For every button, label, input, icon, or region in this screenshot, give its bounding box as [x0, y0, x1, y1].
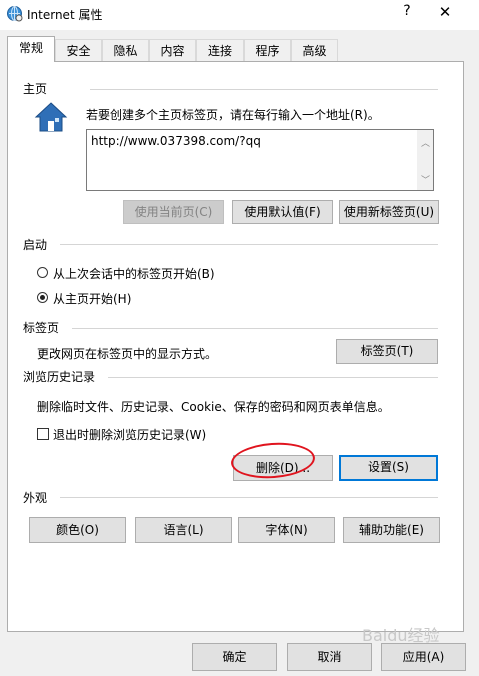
tab-general[interactable]: 常规: [7, 36, 55, 62]
textarea-scrollbar[interactable]: ︿ ﹀: [417, 130, 433, 190]
radio-last-session-label: 从上次会话中的标签页开始(B): [53, 267, 215, 281]
tab-programs[interactable]: 程序: [244, 39, 291, 61]
scroll-down-icon: ﹀: [421, 176, 431, 186]
radio-last-session[interactable]: [37, 267, 48, 278]
tab-connections[interactable]: 连接: [196, 39, 244, 61]
fonts-button[interactable]: 字体(N): [238, 517, 335, 543]
tabs-description: 更改网页在标签页中的显示方式。: [37, 347, 218, 361]
appearance-section-label: 外观: [23, 491, 48, 505]
delete-on-exit-label: 退出时删除浏览历史记录(W): [53, 428, 207, 442]
homepage-section-label: 主页: [23, 82, 48, 96]
use-new-tab-button[interactable]: 使用新标签页(U): [339, 200, 439, 224]
tab-advanced[interactable]: 高级: [291, 39, 338, 61]
home-icon: [34, 102, 68, 132]
startup-divider: [60, 244, 438, 245]
tab-security[interactable]: 安全: [55, 39, 102, 61]
tab-content[interactable]: 内容: [149, 39, 196, 61]
cancel-button[interactable]: 取消: [287, 643, 372, 671]
tab-privacy[interactable]: 隐私: [102, 39, 149, 61]
tabs-section-label: 标签页: [23, 321, 60, 335]
scroll-up-icon: ︿: [421, 139, 431, 149]
window-title: Internet 属性: [27, 8, 103, 22]
languages-button[interactable]: 语言(L): [135, 517, 232, 543]
accessibility-button[interactable]: 辅助功能(E): [343, 517, 440, 543]
homepage-hint: 若要创建多个主页标签页，请在每行输入一个地址(R)。: [86, 108, 380, 122]
apply-button[interactable]: 应用(A): [381, 643, 466, 671]
homepage-divider: [90, 89, 438, 90]
history-description: 删除临时文件、历史记录、Cookie、保存的密码和网页表单信息。: [37, 400, 390, 414]
tabs-divider: [72, 328, 438, 329]
homepage-address-value: http://www.037398.com/?qq: [91, 134, 261, 148]
internet-options-icon: [7, 6, 23, 22]
ok-button[interactable]: 确定: [192, 643, 277, 671]
close-button[interactable]: ✕: [434, 3, 456, 23]
radio-homepage-label: 从主页开始(H): [53, 292, 132, 306]
history-section-label: 浏览历史记录: [23, 370, 96, 384]
use-current-button[interactable]: 使用当前页(C): [123, 200, 224, 224]
appearance-divider: [60, 497, 438, 498]
history-divider: [108, 377, 438, 378]
history-settings-button[interactable]: 设置(S): [339, 455, 438, 481]
homepage-address-input[interactable]: http://www.037398.com/?qq ︿ ﹀: [86, 129, 434, 191]
watermark: Baidu经验: [362, 626, 440, 645]
help-button[interactable]: ?: [398, 3, 416, 23]
startup-section-label: 启动: [23, 238, 48, 252]
colors-button[interactable]: 颜色(O): [29, 517, 126, 543]
radio-homepage[interactable]: [37, 292, 48, 303]
tabs-button[interactable]: 标签页(T): [336, 339, 438, 364]
use-default-button[interactable]: 使用默认值(F): [232, 200, 333, 224]
delete-on-exit-checkbox[interactable]: [37, 428, 49, 440]
